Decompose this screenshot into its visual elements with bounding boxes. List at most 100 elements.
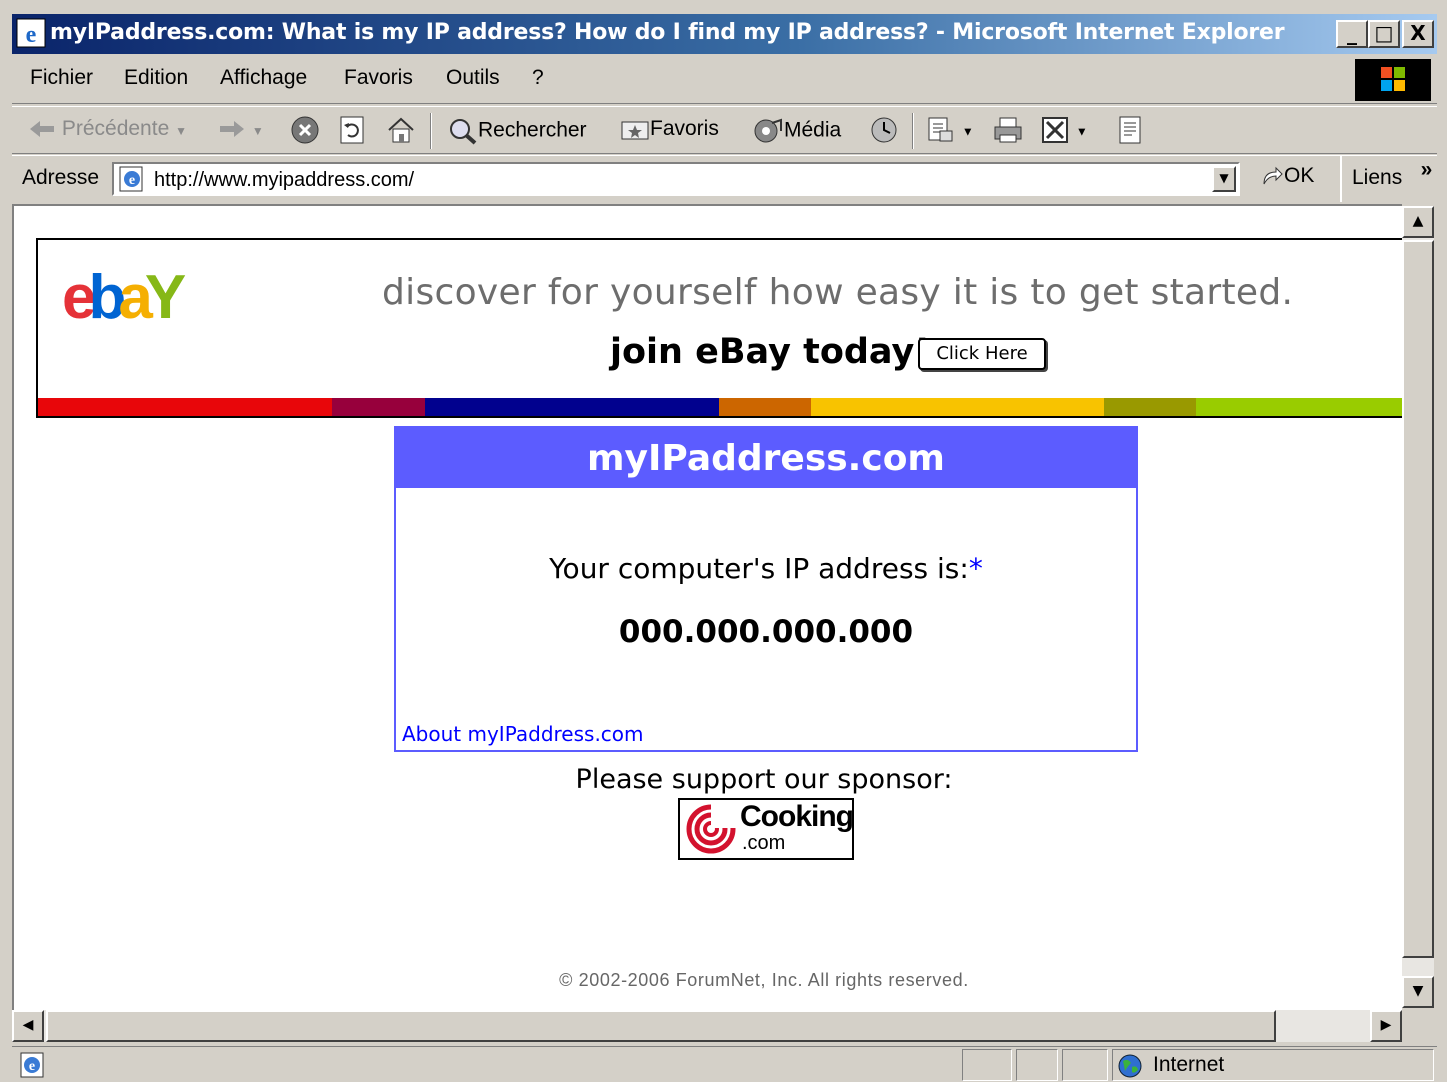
favorites-folder-icon [621, 121, 649, 140]
vertical-scroll-thumb[interactable] [1402, 240, 1434, 958]
cooking-logo-word: Cooking [740, 800, 854, 833]
history-button[interactable] [868, 115, 900, 145]
about-link[interactable]: About myIPaddress.com [402, 722, 644, 746]
standard-toolbar: Précédente ▼ ▼ Rechercher Favoris Média … [12, 106, 1437, 154]
internet-globe-icon [1118, 1054, 1142, 1078]
security-zone-panel: Internet [1112, 1049, 1434, 1081]
toolbar-separator [430, 113, 432, 149]
stripe-segment [38, 398, 332, 416]
menu-affichage[interactable]: Affichage [220, 66, 307, 90]
search-label: Rechercher [478, 118, 587, 142]
favorites-button[interactable]: Favoris [620, 117, 719, 141]
mail-dropdown-icon[interactable]: ▼ [962, 125, 974, 139]
title-bar: e myIPaddress.com: What is my IP address… [0, 0, 1447, 54]
ebay-logo-letter: b [88, 263, 126, 332]
cooking-logo-suffix: .com [742, 832, 786, 854]
stripe-segment [1196, 398, 1402, 416]
banner-color-stripe [38, 398, 1402, 416]
discuss-icon [1119, 116, 1141, 144]
menu-outils[interactable]: Outils [446, 66, 500, 90]
menu-favoris[interactable]: Favoris [344, 66, 413, 90]
ip-label-text: Your computer's IP address is: [549, 552, 969, 585]
status-panel [962, 1049, 1012, 1081]
discuss-button[interactable] [1116, 115, 1144, 145]
minimize-button[interactable]: _ [1336, 20, 1368, 48]
address-label: Adresse [22, 166, 100, 189]
vertical-scrollbar[interactable]: ▲ ▼ [1402, 204, 1434, 1010]
ebay-banner-ad[interactable]: ebaY discover for yourself how easy it i… [36, 238, 1402, 418]
sponsor-text: Please support our sponsor: [575, 764, 953, 795]
address-dropdown-icon[interactable]: ▼ [1212, 166, 1236, 192]
horizontal-scroll-thumb[interactable] [46, 1010, 1276, 1042]
back-label: Précédente [61, 117, 170, 140]
back-arrow-icon [30, 121, 54, 138]
menu-edition[interactable]: Edition [124, 66, 188, 90]
stripe-segment [810, 398, 1105, 416]
refresh-button[interactable] [338, 115, 366, 145]
links-toolbar[interactable]: Liens » [1340, 156, 1432, 202]
ip-footnote-link[interactable]: * [969, 552, 983, 585]
forward-dropdown-icon[interactable]: ▼ [252, 124, 264, 138]
window-title: myIPaddress.com: What is my IP address? … [50, 20, 1285, 45]
home-icon [388, 117, 414, 143]
ip-label: Your computer's IP address is:* [396, 552, 1136, 585]
stripe-segment [1104, 398, 1197, 416]
page-icon: e [119, 166, 143, 192]
print-button[interactable] [992, 115, 1024, 145]
status-panel [1016, 1049, 1058, 1081]
go-button[interactable]: OK [1260, 164, 1314, 188]
stripe-segment [331, 398, 426, 416]
ebay-logo-letter: Y [144, 263, 186, 332]
print-icon [994, 117, 1022, 143]
stop-button[interactable] [290, 115, 320, 145]
horizontal-scrollbar[interactable]: ◀ ▶ [12, 1010, 1402, 1042]
scroll-left-arrow-icon[interactable]: ◀ [12, 1010, 44, 1042]
banner-tagline: discover for yourself how easy it is to … [382, 272, 1294, 313]
search-button[interactable]: Rechercher [448, 117, 587, 145]
scroll-down-arrow-icon[interactable]: ▼ [1402, 976, 1434, 1008]
scroll-right-arrow-icon[interactable]: ▶ [1370, 1010, 1402, 1042]
media-label: Média [784, 118, 842, 142]
svg-text:e: e [26, 22, 37, 48]
banner-click-here-button[interactable]: Click Here [918, 338, 1046, 370]
maximize-button[interactable]: □ [1368, 20, 1400, 48]
cooking-sponsor-ad[interactable]: Cooking .com [678, 798, 854, 860]
stop-icon [291, 116, 319, 144]
toolbar-separator [912, 113, 914, 149]
mail-icon [928, 117, 953, 142]
ebay-logo-letter: a [118, 263, 153, 332]
home-button[interactable] [386, 115, 416, 145]
search-icon [450, 119, 477, 145]
refresh-icon [340, 116, 364, 144]
forward-button[interactable]: ▼ [218, 117, 264, 141]
banner-join-text: join eBay today! [610, 332, 931, 372]
zone-label: Internet [1153, 1053, 1225, 1076]
address-bar: Adresse e http://www.myipaddress.com/ ▼ … [12, 155, 1437, 202]
ebay-logo: ebaY [62, 262, 186, 333]
forward-arrow-icon [220, 121, 244, 138]
scroll-up-arrow-icon[interactable]: ▲ [1402, 206, 1434, 238]
edit-dropdown-icon[interactable]: ▼ [1076, 125, 1088, 139]
back-button[interactable]: Précédente ▼ [28, 117, 187, 141]
back-dropdown-icon[interactable]: ▼ [175, 124, 187, 138]
mail-button[interactable]: ▼ [926, 115, 974, 145]
go-label: OK [1284, 164, 1315, 187]
status-panel [1062, 1049, 1108, 1081]
ip-address-value: 000.000.000.000 [618, 614, 914, 650]
copyright-footer: © 2002-2006 ForumNet, Inc. All rights re… [559, 970, 969, 990]
close-button[interactable]: X [1402, 20, 1434, 48]
address-input[interactable]: e http://www.myipaddress.com/ ▼ [112, 162, 1240, 196]
svg-text:e: e [29, 1059, 35, 1074]
menu-help[interactable]: ? [532, 66, 544, 90]
ip-box-heading: myIPaddress.com [396, 428, 1136, 488]
page-status-icon: e [20, 1052, 44, 1078]
svg-text:e: e [129, 173, 135, 188]
internet-explorer-icon[interactable]: e [16, 18, 46, 48]
edit-button[interactable]: ▼ [1040, 115, 1088, 145]
menu-bar: Fichier Edition Affichage Favoris Outils… [12, 56, 1437, 104]
menu-fichier[interactable]: Fichier [30, 66, 93, 90]
ebay-logo-letter: e [62, 263, 97, 332]
media-button[interactable]: Média [752, 117, 841, 145]
history-icon [871, 117, 897, 143]
links-chevron-icon[interactable]: » [1421, 158, 1433, 182]
